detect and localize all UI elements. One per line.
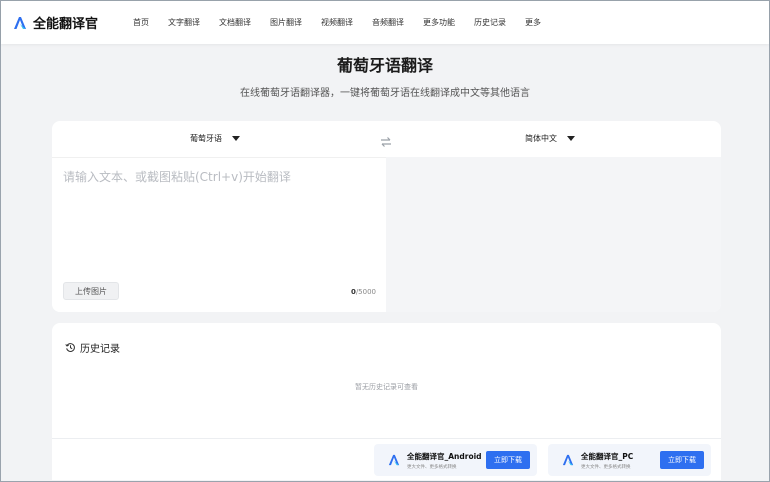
- language-bar: 葡萄牙语 简体中文: [52, 121, 721, 157]
- download-card-pc: 全能翻译官_PC 更大文件、更多格式转换 立即下载: [548, 444, 711, 476]
- history-header: 历史记录: [65, 340, 120, 355]
- source-pane: 上传图片 0/5000: [52, 157, 386, 312]
- download-app-desc: 更大文件、更多格式转换: [581, 464, 631, 470]
- nav-more-features[interactable]: 更多功能: [423, 17, 455, 28]
- main-nav: 首页 文字翻译 文档翻译 图片翻译 视频翻译 音频翻译 更多功能 历史记录 更多: [133, 17, 560, 28]
- translator-card: 葡萄牙语 简体中文 上传图片 0/5000: [52, 121, 721, 312]
- download-app-name: 全能翻译官_PC: [581, 451, 634, 461]
- chevron-down-icon: [567, 136, 575, 141]
- nav-image-translate[interactable]: 图片翻译: [270, 17, 302, 28]
- nav-home[interactable]: 首页: [133, 17, 149, 28]
- swap-arrows-icon: [381, 137, 391, 147]
- logo-a-icon: [14, 16, 26, 29]
- source-language-select[interactable]: 葡萄牙语: [190, 133, 240, 144]
- swap-languages-button[interactable]: [380, 133, 392, 152]
- app-logo-icon: [562, 454, 574, 466]
- download-button[interactable]: 立即下载: [660, 451, 704, 469]
- nav-video-translate[interactable]: 视频翻译: [321, 17, 353, 28]
- source-text-input[interactable]: [63, 168, 375, 268]
- nav-document-translate[interactable]: 文档翻译: [219, 17, 251, 28]
- download-card-android: 全能翻译官_Android 更大文件、更多格式转换 立即下载: [374, 444, 537, 476]
- history-clock-icon: [65, 343, 75, 352]
- download-button[interactable]: 立即下载: [486, 451, 530, 469]
- divider: [52, 438, 721, 439]
- download-app-desc: 更大文件、更多格式转换: [407, 464, 457, 470]
- nav-history[interactable]: 历史记录: [474, 17, 506, 28]
- app-logo-icon: [388, 454, 400, 466]
- download-app-name: 全能翻译官_Android: [407, 451, 482, 461]
- char-limit: /5000: [355, 288, 376, 296]
- nav-text-translate[interactable]: 文字翻译: [168, 17, 200, 28]
- character-counter: 0/5000: [351, 288, 376, 296]
- source-language-label: 葡萄牙语: [190, 134, 222, 143]
- page-title: 葡萄牙语翻译: [336, 56, 433, 75]
- chevron-down-icon: [232, 136, 240, 141]
- nav-more[interactable]: 更多: [525, 17, 541, 28]
- target-language-label: 简体中文: [525, 134, 557, 143]
- history-title: 历史记录: [80, 344, 120, 355]
- upload-image-button[interactable]: 上传图片: [63, 282, 119, 300]
- logo[interactable]: 全能翻译官: [13, 13, 121, 32]
- target-language-select[interactable]: 简体中文: [525, 133, 575, 144]
- target-pane: [386, 157, 721, 312]
- nav-audio-translate[interactable]: 音频翻译: [372, 17, 404, 28]
- page-subtitle: 在线葡萄牙语翻译器，一键将葡萄牙语在线翻译成中文等其他语言: [240, 88, 530, 99]
- brand-name: 全能翻译官: [33, 17, 99, 32]
- history-empty-message: 暂无历史记录可查看: [355, 383, 418, 391]
- top-header: 全能翻译官 首页 文字翻译 文档翻译 图片翻译 视频翻译 音频翻译 更多功能 历…: [1, 1, 769, 44]
